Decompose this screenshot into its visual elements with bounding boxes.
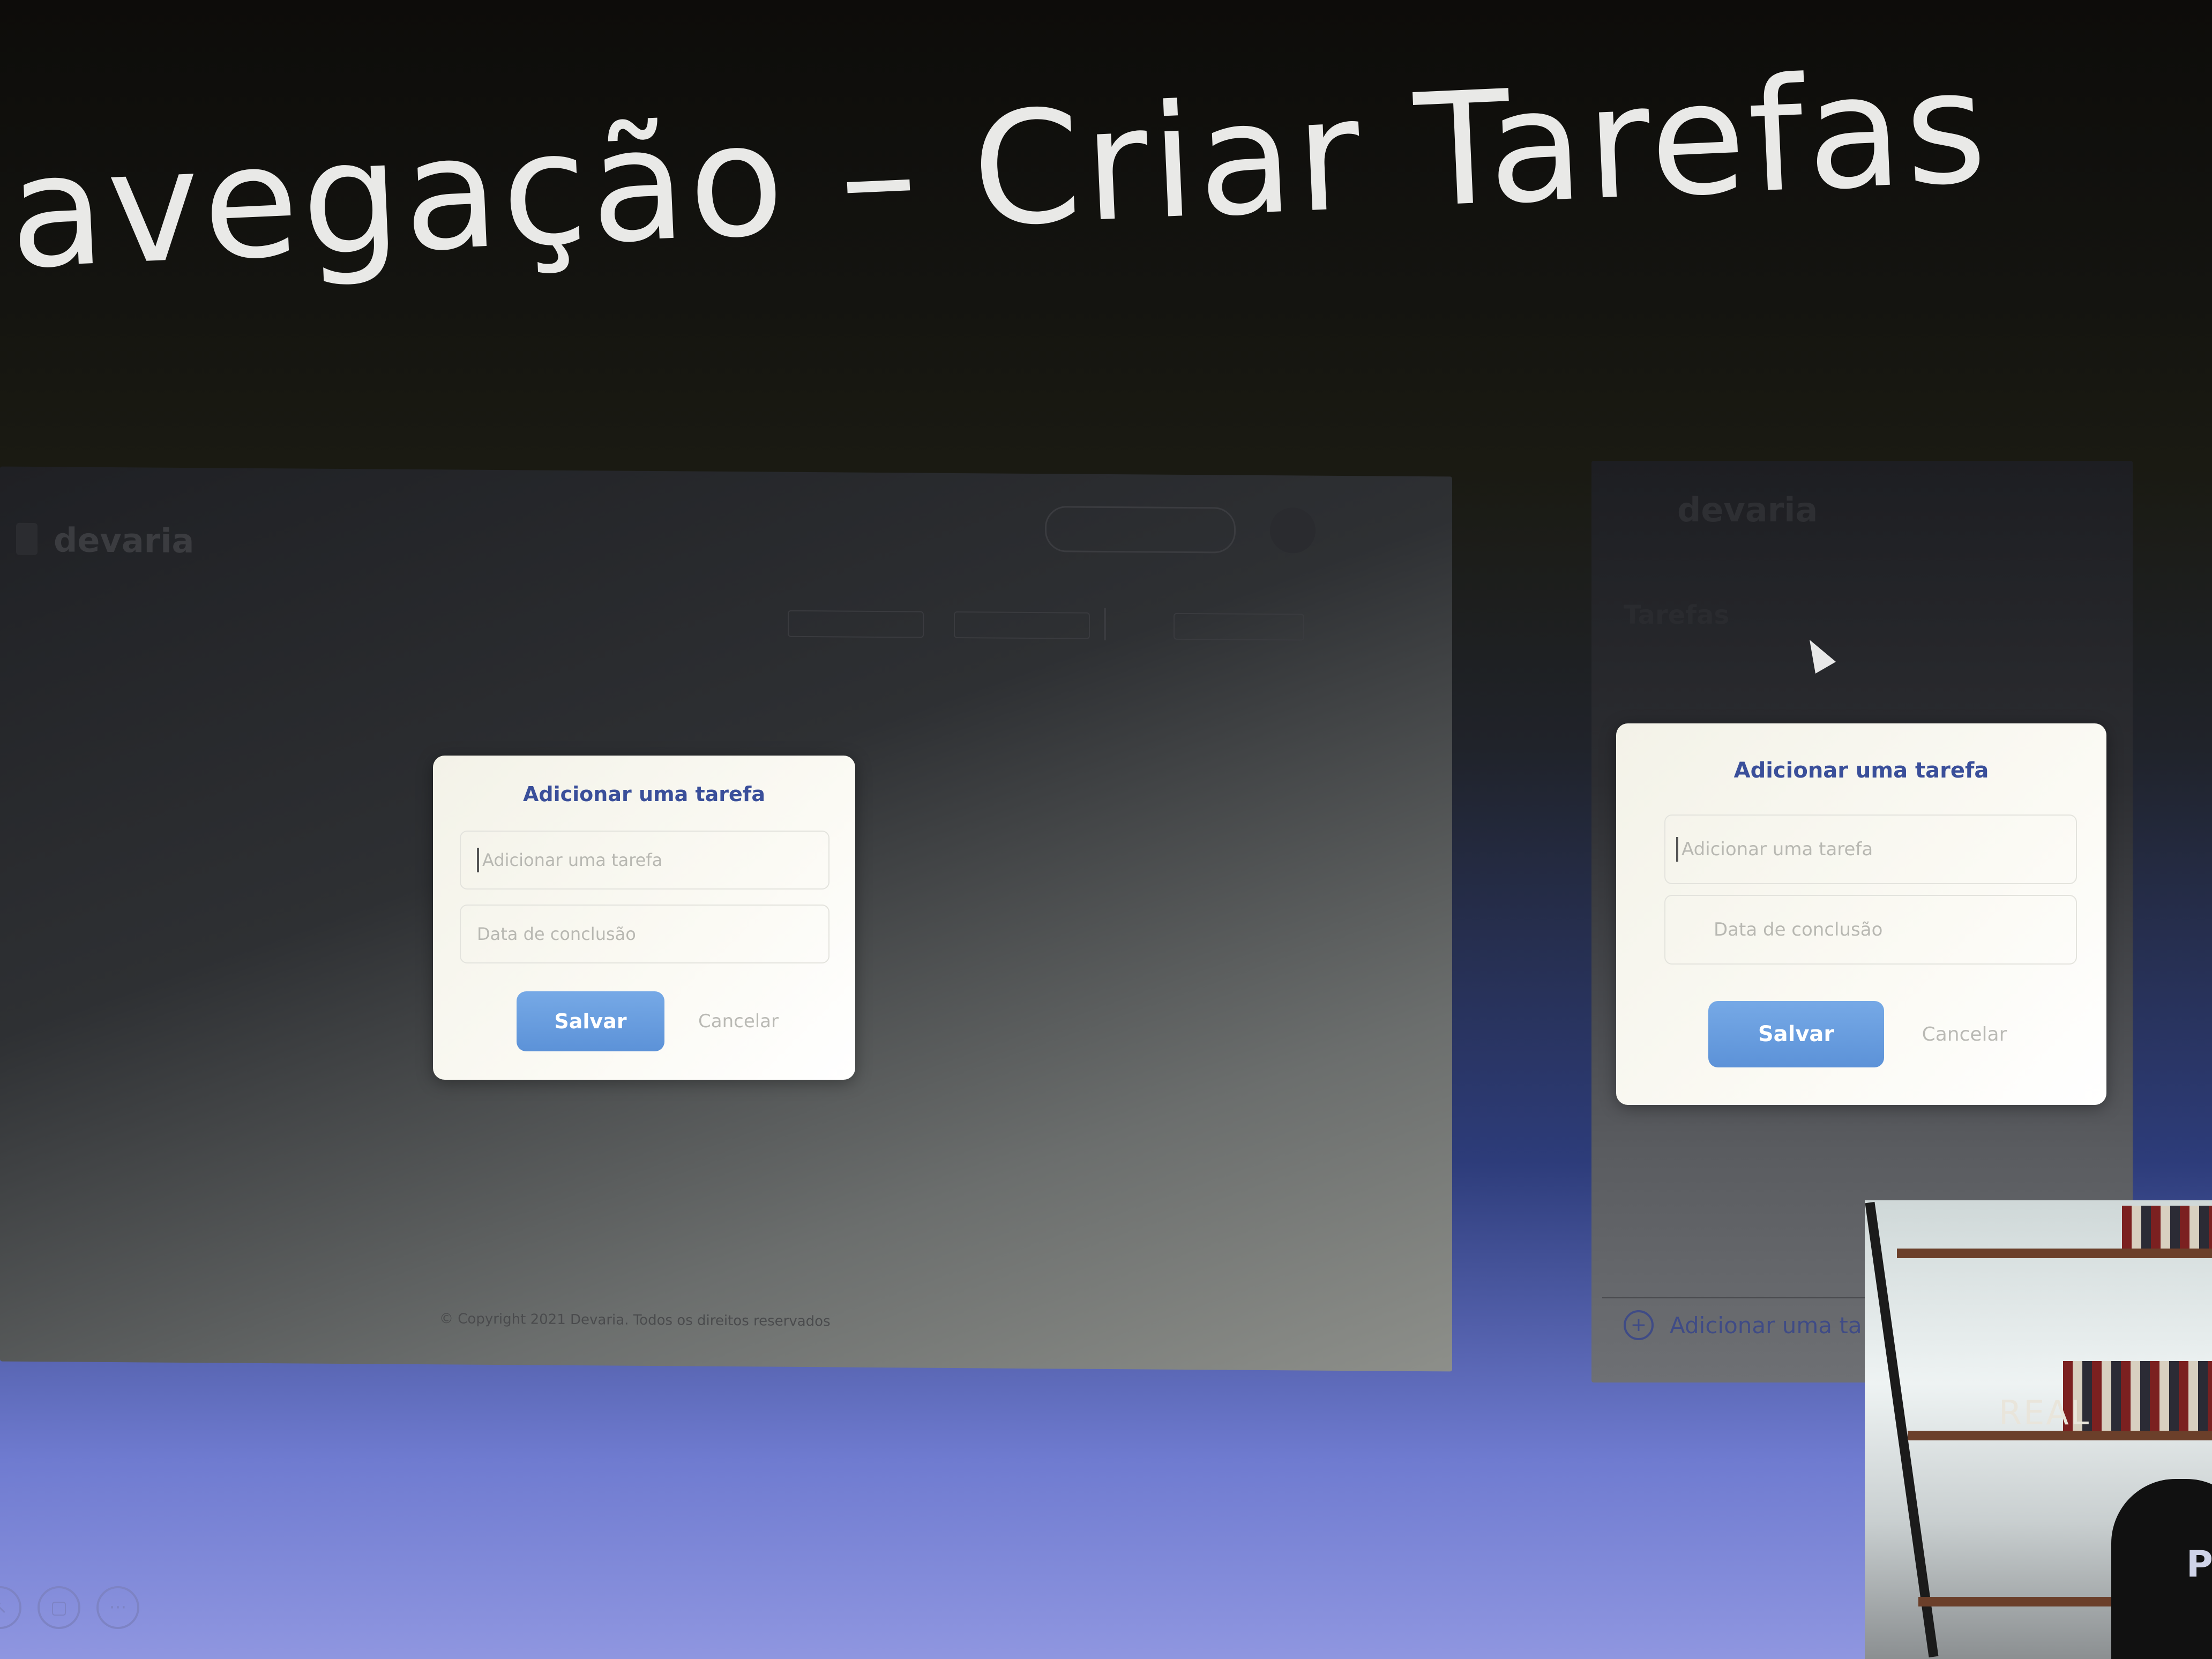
add-task-modal-desktop: Adicionar uma tarefa Adicionar uma taref…	[433, 756, 855, 1080]
plus-circle-icon: +	[1624, 1310, 1654, 1340]
task-name-input[interactable]: Adicionar uma tarefa	[1664, 814, 2077, 884]
shirt-text: P	[2186, 1543, 2212, 1586]
modal-title: Adicionar uma tarefa	[1733, 758, 1989, 783]
desktop-footer: © Copyright 2021 Devaria. Todos os direi…	[439, 1311, 831, 1330]
desktop-logo: devaria	[54, 520, 195, 561]
due-date-placeholder: Data de conclusão	[1714, 919, 1883, 940]
modal-title: Adicionar uma tarefa	[523, 782, 765, 806]
books	[2122, 1206, 2212, 1249]
date-from-filter[interactable]	[788, 610, 924, 638]
status-select[interactable]	[1174, 612, 1304, 641]
webcam-overlay: REAL P	[1865, 1200, 2212, 1659]
due-date-placeholder: Data de conclusão	[477, 924, 636, 944]
avatar[interactable]	[1270, 507, 1316, 554]
date-to-filter[interactable]	[954, 611, 1090, 639]
tasks-section-title: Tarefas	[1624, 600, 1730, 630]
shelf-frame	[1865, 1201, 1939, 1658]
task-name-placeholder: Adicionar uma tarefa	[1682, 839, 1873, 860]
pointer-icon[interactable]: ↖	[0, 1586, 21, 1629]
shelf-sign: REAL	[1999, 1393, 2091, 1432]
cancel-button[interactable]: Cancelar	[685, 991, 792, 1051]
shelf	[1897, 1249, 2212, 1258]
due-date-input[interactable]: Data de conclusão	[460, 905, 829, 963]
text-caret	[1676, 837, 1678, 862]
add-task-header-button[interactable]	[1045, 506, 1236, 554]
slide-title: avegação – Criar Tarefas	[5, 36, 1993, 304]
save-button[interactable]: Salvar	[1708, 1001, 1884, 1067]
cancel-button[interactable]: Cancelar	[1905, 1001, 2023, 1067]
chat-icon[interactable]: ▢	[38, 1586, 80, 1629]
more-icon[interactable]: ···	[96, 1586, 139, 1629]
mobile-logo: devaria	[1677, 490, 1818, 529]
logo-icon	[16, 522, 38, 556]
add-task-label: Adicionar uma ta	[1670, 1312, 1862, 1339]
task-name-input[interactable]: Adicionar uma tarefa	[460, 831, 829, 890]
task-name-placeholder: Adicionar uma tarefa	[482, 850, 663, 870]
filter-divider	[1104, 608, 1106, 640]
save-button[interactable]: Salvar	[517, 991, 664, 1051]
add-task-modal-mobile: Adicionar uma tarefa Adicionar uma taref…	[1616, 723, 2106, 1105]
presentation-controls: ↖ ▢ ···	[0, 1586, 139, 1629]
text-caret	[477, 848, 479, 872]
due-date-input[interactable]: Data de conclusão	[1664, 895, 2077, 965]
